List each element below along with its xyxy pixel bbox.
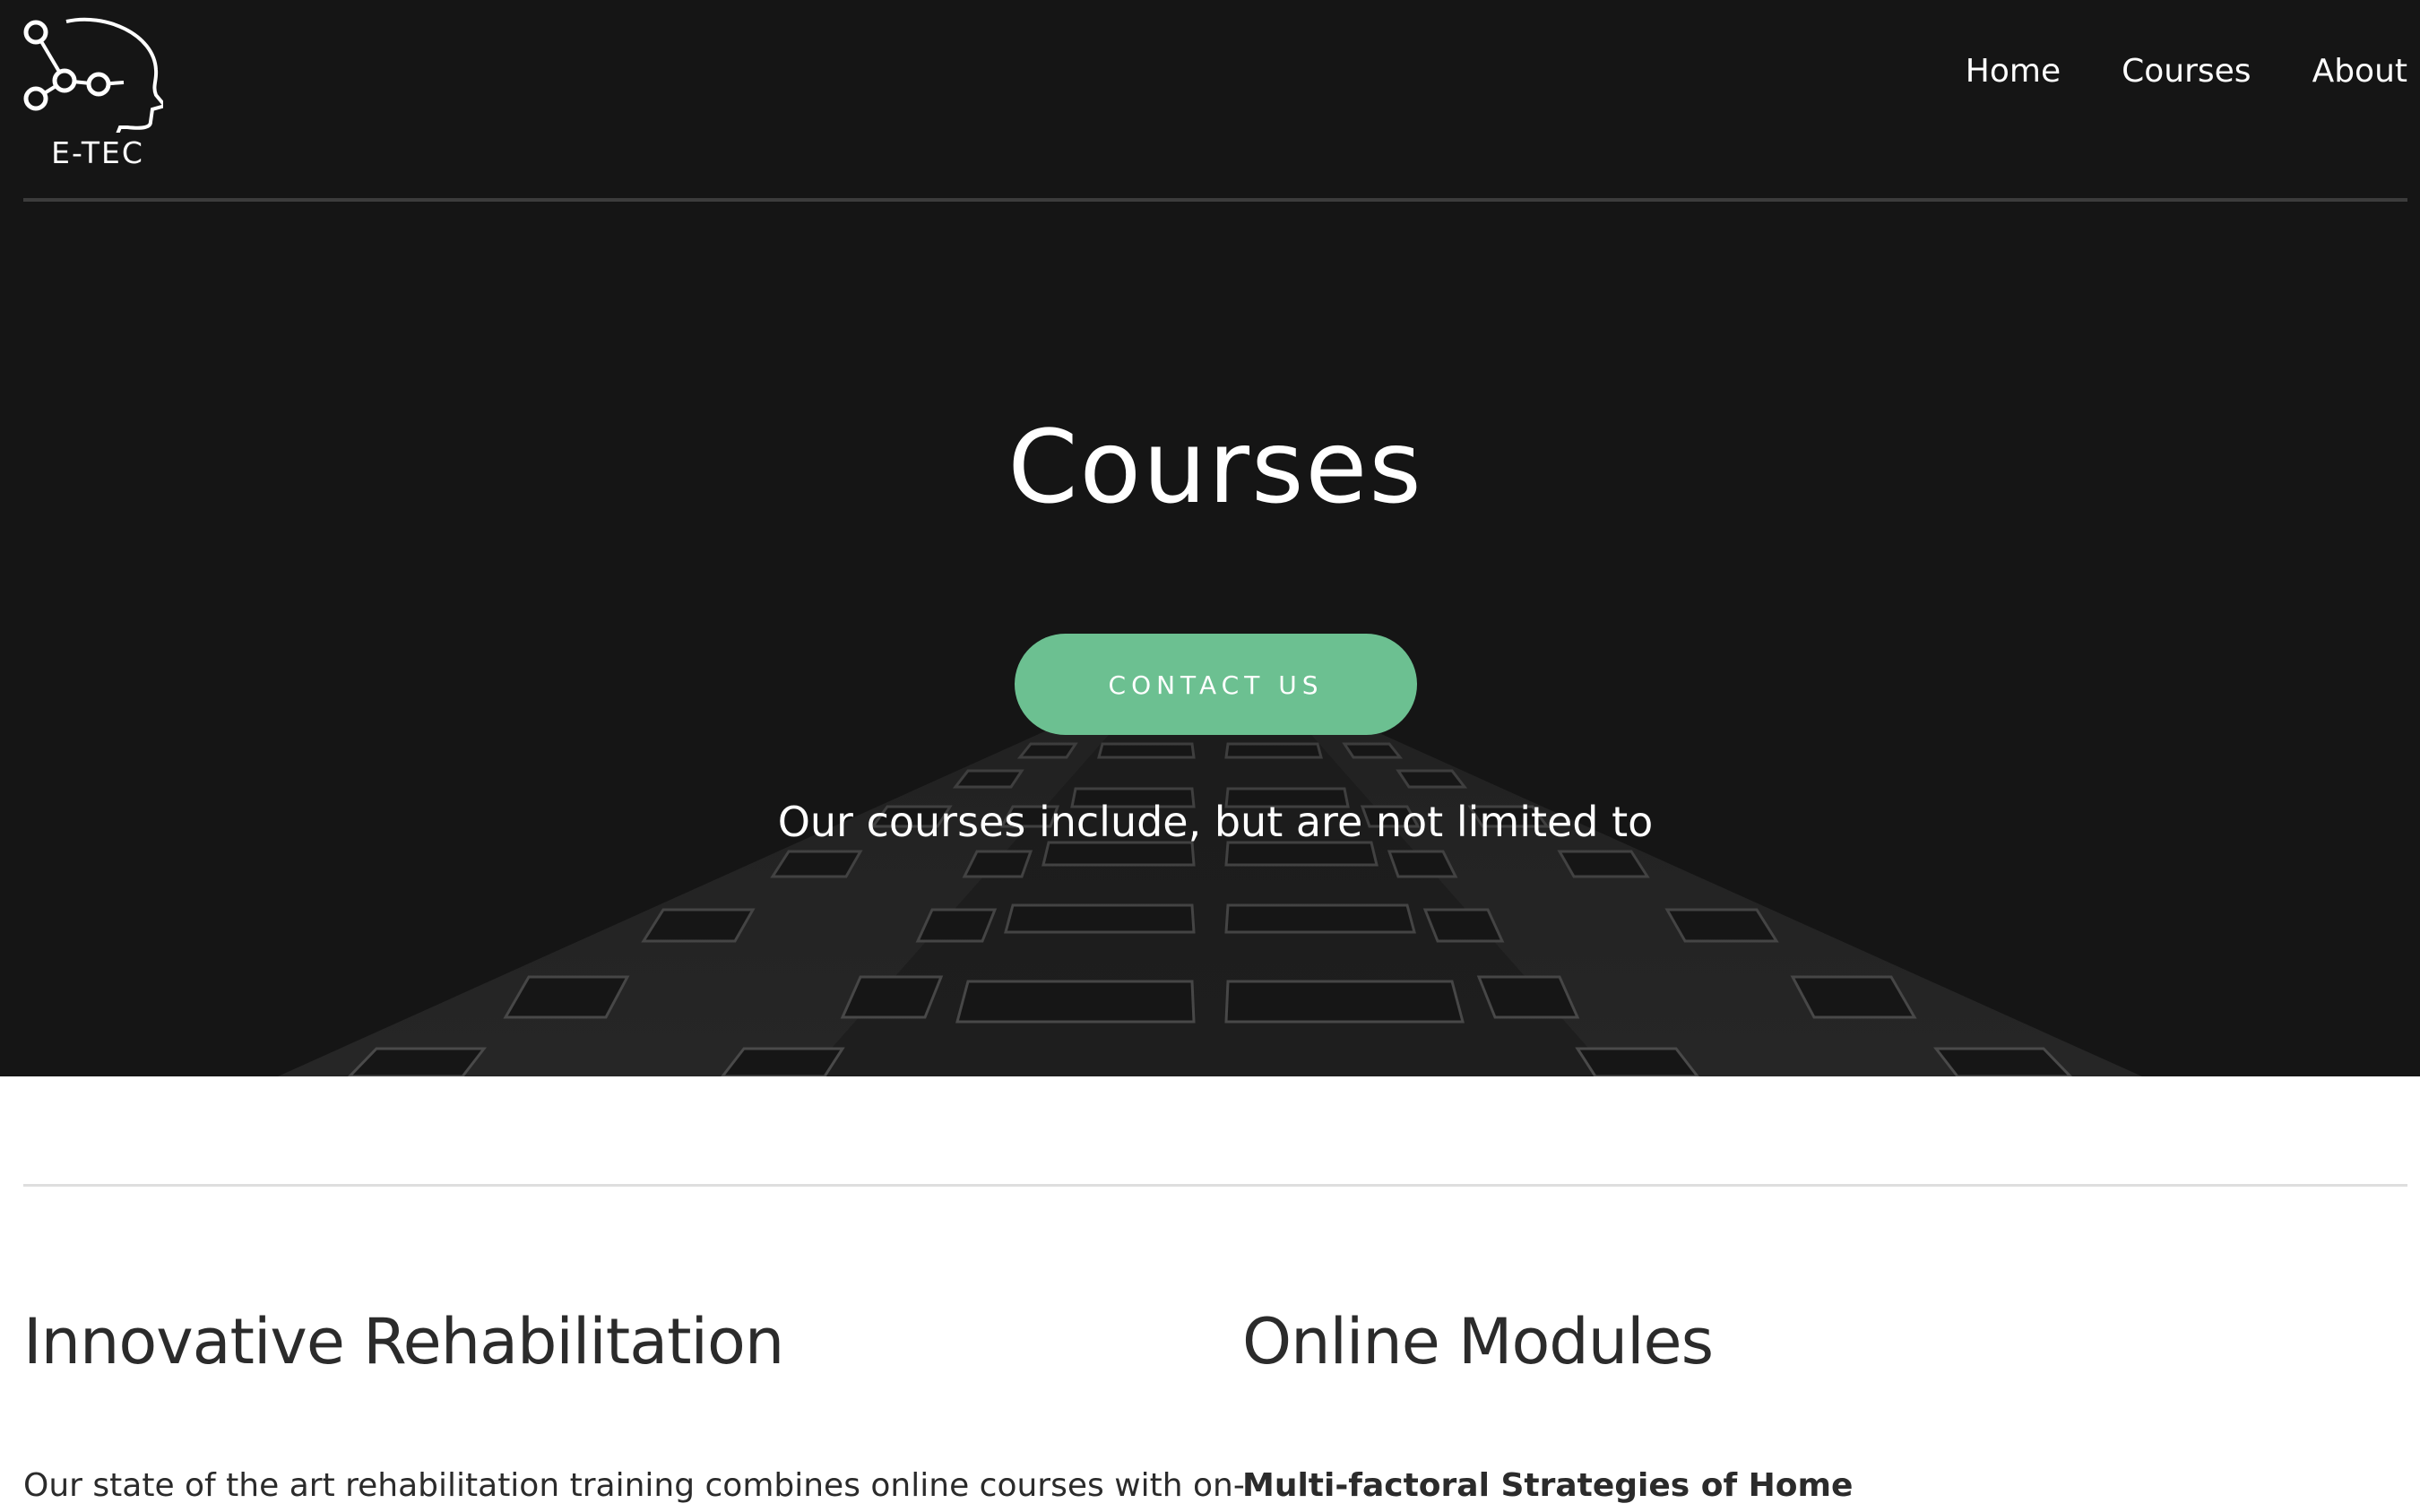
nav-link-courses[interactable]: Courses [2122,56,2251,88]
hero-subtitle: Our courses include, but are not limited… [777,798,1654,846]
section-text-online-modules: Multi-factoral Strategies of Home [1242,1467,1854,1504]
nav-link-about[interactable]: About [2312,56,2407,88]
building-background-image [0,0,2420,1076]
section-text-innovative-rehabilitation: Our state of the art rehabilitation trai… [23,1467,1245,1504]
head-network-icon [23,17,163,133]
section-heading-online-modules: Online Modules [1242,1305,1714,1378]
main-nav: Home Courses About [1905,56,2407,88]
contact-us-button[interactable]: CONTACT US [1015,634,1417,735]
section-heading-innovative-rehabilitation: Innovative Rehabilitation [23,1305,784,1378]
hero-section: E-TEC Home Courses About Courses CONTACT… [0,0,2420,1076]
brand-name: E-TEC [51,135,144,170]
nav-link-home[interactable]: Home [1966,56,2061,88]
brand-logo[interactable]: E-TEC [20,16,163,168]
page-title: Courses [1007,410,1423,526]
header-divider [23,198,2407,202]
content-divider [23,1184,2407,1187]
